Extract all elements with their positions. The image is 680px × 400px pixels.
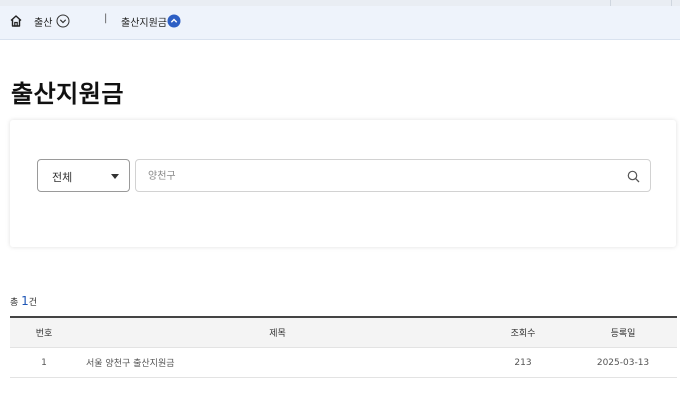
column-header-number: 번호 xyxy=(10,316,78,348)
browser-tab-strip xyxy=(0,0,680,6)
breadcrumb-item-birth-subsidy[interactable]: 출산지원금 xyxy=(121,14,167,29)
column-header-date: 등록일 xyxy=(569,316,677,348)
column-header-views: 조회수 xyxy=(477,316,569,348)
search-field xyxy=(135,159,651,192)
row-title-link[interactable]: 서울 양천구 출산지원금 xyxy=(78,347,477,378)
category-select[interactable]: 전체 xyxy=(37,159,130,192)
search-panel: 전체 xyxy=(10,120,676,247)
breadcrumb-item-birth[interactable]: 출산 xyxy=(34,14,52,29)
search-icon[interactable] xyxy=(627,170,640,183)
result-count-number: 1 xyxy=(21,294,29,308)
column-header-title: 제목 xyxy=(78,316,477,348)
tab-strip-segment xyxy=(0,0,611,6)
row-date: 2025-03-13 xyxy=(569,347,677,378)
page-title: 출산지원금 xyxy=(11,80,124,108)
breadcrumb-separator: | xyxy=(104,13,108,24)
result-count-prefix: 총 xyxy=(10,298,19,308)
table-row[interactable]: 1 서울 양천구 출산지원금 213 2025-03-13 xyxy=(10,347,677,378)
breadcrumb-bar: 출산 | 출산지원금 xyxy=(0,0,680,40)
tab-strip-segment xyxy=(611,0,672,6)
result-count-suffix: 건 xyxy=(28,298,38,308)
home-icon[interactable] xyxy=(9,14,23,28)
row-views: 213 xyxy=(477,347,569,378)
category-select-value: 전체 xyxy=(52,171,73,184)
chevron-down-circle-icon[interactable] xyxy=(56,14,70,28)
row-number: 1 xyxy=(10,347,78,378)
chevron-up-circle-icon[interactable] xyxy=(167,14,181,28)
result-count: 총 1건 xyxy=(10,294,37,308)
caret-down-icon xyxy=(111,174,119,179)
results-table: 번호 제목 조회수 등록일 1 서울 양천구 출산지원금 213 2025-03… xyxy=(10,316,677,378)
search-input[interactable] xyxy=(148,167,608,185)
table-header-row: 번호 제목 조회수 등록일 xyxy=(10,316,677,348)
